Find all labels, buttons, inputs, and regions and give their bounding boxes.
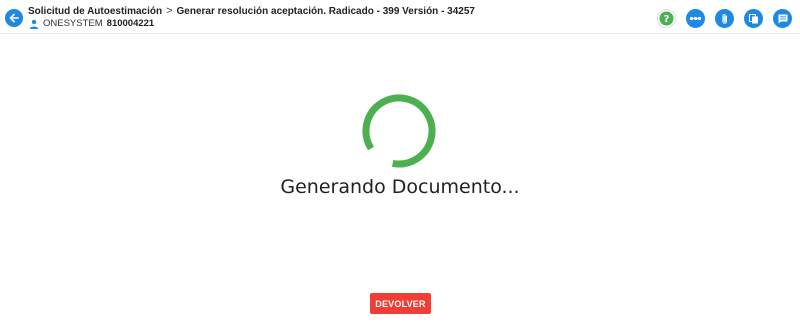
user-id: 810004221: [106, 18, 155, 29]
header-actions: ?: [657, 9, 792, 28]
comments-button[interactable]: [773, 9, 792, 28]
breadcrumb: Solicitud de Autoestimación > Generar re…: [28, 5, 475, 17]
help-icon: ?: [659, 11, 674, 26]
header: Solicitud de Autoestimación > Generar re…: [0, 0, 800, 34]
user-icon: [29, 19, 39, 29]
breadcrumb-item-current: Generar resolución aceptación. Radicado …: [176, 5, 475, 17]
arrow-left-icon: [9, 13, 19, 23]
copy-icon: [748, 13, 758, 23]
attachment-icon: [721, 13, 727, 24]
breadcrumb-separator: >: [166, 5, 173, 17]
copy-button[interactable]: [744, 9, 763, 28]
loading-spinner: [362, 94, 436, 168]
attachment-button[interactable]: [715, 9, 734, 28]
status-message: Generando Documento...: [280, 176, 520, 198]
back-button[interactable]: [5, 9, 23, 27]
return-button[interactable]: DEVOLVER: [370, 293, 431, 314]
workflow-icon: [689, 16, 702, 21]
breadcrumb-item-request[interactable]: Solicitud de Autoestimación: [28, 6, 162, 17]
user-name: ONESYSTEM: [43, 18, 103, 29]
workflow-button[interactable]: [686, 9, 705, 28]
comments-icon: [778, 14, 787, 23]
svg-text:?: ?: [664, 14, 670, 25]
page: Solicitud de Autoestimación > Generar re…: [0, 0, 800, 322]
user-info: ONESYSTEM 810004221: [29, 18, 154, 29]
help-button[interactable]: ?: [657, 9, 676, 28]
